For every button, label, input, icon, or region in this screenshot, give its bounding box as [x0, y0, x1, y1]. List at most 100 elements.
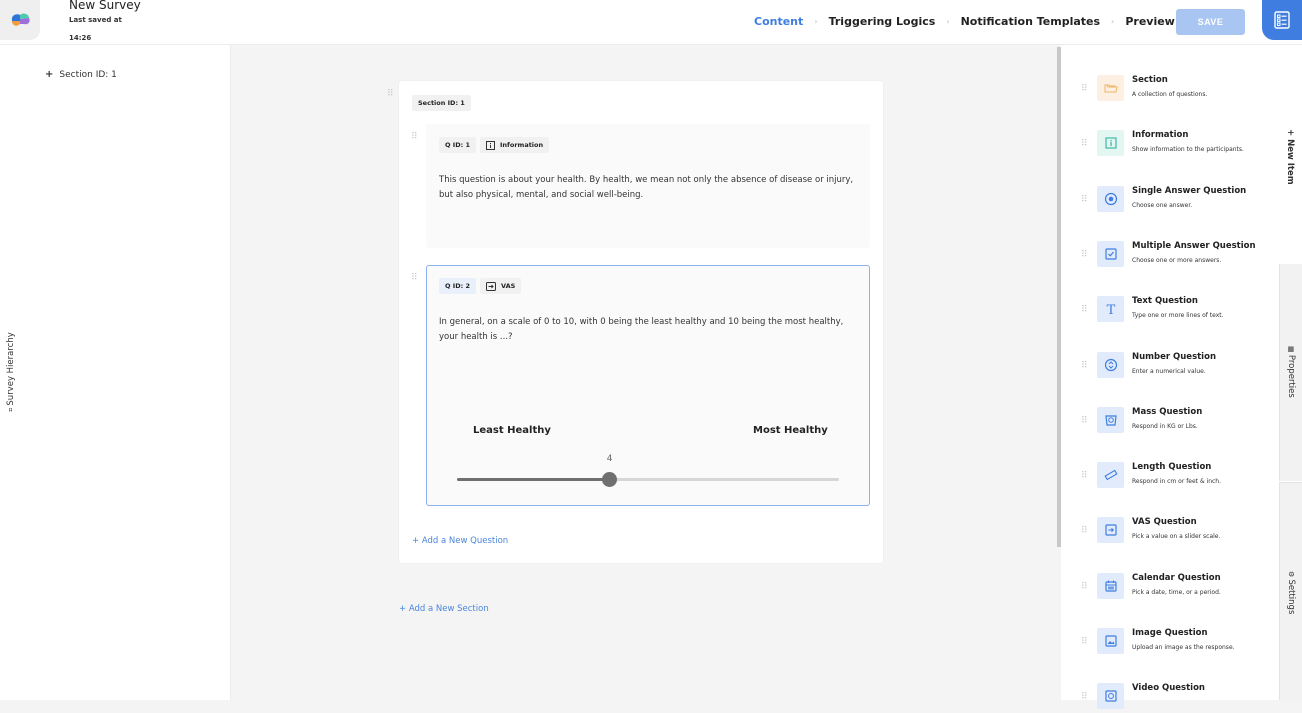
chevron-right-icon: › — [1111, 17, 1114, 26]
drag-handle-icon[interactable]: ⠿ — [1081, 140, 1087, 149]
new-item-vas-question[interactable]: ⠿ VAS Question Pick a value on a slider sc… — [1061, 517, 1279, 547]
chevron-right-icon: › — [946, 17, 949, 26]
add-section-link[interactable]: + Add a New Section — [399, 604, 489, 614]
drag-handle-icon[interactable]: ⠿ — [1081, 693, 1087, 702]
ruler-icon — [1103, 467, 1119, 483]
question-card-2[interactable]: Q ID: 2 VAS In general, on a scale of 0 … — [426, 265, 870, 506]
survey-title[interactable]: New Survey — [69, 0, 141, 12]
item-icon-box — [1097, 241, 1124, 267]
drag-handle-icon[interactable]: ⠿ — [1081, 417, 1087, 426]
item-description: Pick a date, time, or a period. — [1132, 589, 1221, 596]
section-id-tag: Section ID: 1 — [412, 95, 471, 111]
question-card-1[interactable]: Q ID: 1 Information This question is abo… — [426, 124, 870, 248]
item-icon-box — [1097, 517, 1124, 543]
info-icon — [486, 141, 495, 150]
question-text[interactable]: This question is about your health. By h… — [439, 173, 859, 202]
survey-hierarchy-label: ⌗ Survey Hierarchy — [6, 327, 16, 417]
tree-item-section[interactable]: + Section ID: 1 — [45, 69, 117, 80]
drag-handle-icon[interactable]: ⠿ — [1081, 251, 1087, 260]
checkbox-icon — [1103, 246, 1119, 262]
new-item-text-question[interactable]: ⠿TText QuestionType one or more lines of… — [1061, 296, 1279, 326]
new-item-information[interactable]: ⠿InformationShow information to the part… — [1061, 130, 1279, 160]
item-name: Length Question — [1132, 462, 1211, 472]
vas-track-fill — [457, 478, 610, 481]
new-item-mass-question[interactable]: ⠿Mass QuestionRespond in KG or Lbs. — [1061, 407, 1279, 437]
item-name: Section — [1132, 75, 1168, 85]
tab-new-item[interactable]: + New Item — [1279, 45, 1302, 264]
info-icon — [1103, 135, 1119, 151]
drag-handle-icon[interactable]: ⠿ — [411, 274, 417, 283]
question-id-tag: Q ID: 2 — [439, 278, 476, 294]
section-card: ⠿ Section ID: 1 ⠿ Q ID: 1 Information Th… — [399, 81, 883, 563]
item-icon-box — [1097, 462, 1124, 488]
last-saved-time: 14:26 — [69, 34, 91, 42]
new-item-section[interactable]: ⠿ Section A collection of questions. — [1061, 75, 1279, 105]
item-description: Type one or more lines of text. — [1132, 312, 1224, 319]
step-nav: Content › Triggering Logics › Notificati… — [754, 15, 1238, 28]
new-item-single-answer-question[interactable]: ⠿Single Answer QuestionChoose one answer… — [1061, 186, 1279, 216]
outline-toggle-button[interactable] — [1262, 0, 1302, 40]
new-item-panel: ⠿ Section A collection of questions. ⠿Infor… — [1061, 45, 1279, 700]
tree-item-label: Section ID: 1 — [59, 70, 117, 80]
side-tabs: + New Item ▦ Properties ⚙ Settings — [1279, 45, 1302, 700]
survey-hierarchy-panel: + Section ID: 1 ⌗ Survey Hierarchy — [0, 45, 231, 700]
gear-icon: ⚙ — [1287, 571, 1295, 580]
item-name: Multiple Answer Question — [1132, 241, 1256, 251]
text-icon: T — [1103, 301, 1119, 317]
properties-icon: ▦ — [1287, 346, 1295, 355]
drag-handle-icon[interactable]: ⠿ — [1081, 362, 1087, 371]
question-text[interactable]: In general, on a scale of 0 to 10, with … — [439, 315, 864, 344]
step-notification-templates[interactable]: Notification Templates — [961, 15, 1100, 28]
drag-handle-icon[interactable]: ⠿ — [1081, 638, 1087, 647]
tab-settings-label: ⚙ Settings — [1286, 571, 1296, 614]
new-item-length-question[interactable]: ⠿Length QuestionRespond in cm or feet & … — [1061, 462, 1279, 492]
svg-text:T: T — [1106, 303, 1115, 317]
item-description: Respond in KG or Lbs. — [1132, 423, 1198, 430]
add-question-link[interactable]: + Add a New Question — [412, 536, 508, 546]
tab-settings[interactable]: ⚙ Settings — [1279, 482, 1302, 700]
new-item-multiple-answer-question[interactable]: ⠿Multiple Answer QuestionChoose one or m… — [1061, 241, 1279, 271]
step-triggering-logics[interactable]: Triggering Logics — [829, 15, 936, 28]
expand-icon[interactable]: + — [45, 69, 53, 80]
new-item-calendar-question[interactable]: ⠿Calendar QuestionPick a date, time, or … — [1061, 573, 1279, 603]
drag-handle-icon[interactable]: ⠿ — [1081, 527, 1087, 536]
drag-handle-icon[interactable]: ⠿ — [1081, 85, 1087, 94]
item-name: VAS Question — [1132, 517, 1197, 527]
new-item-video-question[interactable]: ⠿ Video Question — [1061, 683, 1279, 713]
drag-handle-icon[interactable]: ⠿ — [1081, 472, 1087, 481]
drag-handle-icon[interactable]: ⠿ — [1081, 196, 1087, 205]
item-description: A collection of questions. — [1132, 91, 1207, 98]
folder-icon — [1103, 80, 1119, 96]
save-button[interactable]: SAVE — [1176, 9, 1245, 35]
vas-value-label: 4 — [607, 454, 613, 464]
drag-handle-icon[interactable]: ⠿ — [1081, 583, 1087, 592]
scale-icon — [1103, 412, 1119, 428]
vas-max-label: Most Healthy — [753, 425, 828, 436]
last-saved-label: Last saved at — [69, 16, 122, 24]
item-description: Show information to the participants. — [1132, 146, 1244, 153]
hierarchy-icon: ⌗ — [7, 406, 15, 412]
item-name: Video Question — [1132, 683, 1205, 693]
drag-handle-icon[interactable]: ⠿ — [411, 133, 417, 142]
item-icon-box — [1097, 186, 1124, 212]
item-icon-box — [1097, 683, 1124, 709]
step-content[interactable]: Content — [754, 15, 803, 28]
new-item-image-question[interactable]: ⠿Image QuestionUpload an image as the re… — [1061, 628, 1279, 658]
tab-properties[interactable]: ▦ Properties — [1279, 264, 1302, 481]
checklist-icon — [1274, 11, 1290, 29]
drag-handle-icon[interactable]: ⠿ — [1081, 306, 1087, 315]
drag-handle-icon[interactable]: ⠿ — [387, 90, 393, 99]
app-logo[interactable] — [0, 0, 40, 40]
item-name: Number Question — [1132, 352, 1216, 362]
brain-logo-icon — [9, 12, 31, 28]
new-item-number-question[interactable]: ⠿Number QuestionEnter a numerical value. — [1061, 352, 1279, 382]
item-icon-box — [1097, 407, 1124, 433]
question-type-tag: Information — [480, 137, 549, 153]
image-icon — [1103, 633, 1119, 649]
item-icon-box — [1097, 352, 1124, 378]
item-description: Pick a value on a slider scale. — [1132, 533, 1220, 540]
vas-thumb[interactable] — [602, 472, 617, 487]
tab-properties-label: ▦ Properties — [1286, 346, 1296, 398]
survey-hierarchy-tab[interactable]: ⌗ Survey Hierarchy — [3, 330, 19, 420]
vas-icon — [1103, 522, 1119, 538]
